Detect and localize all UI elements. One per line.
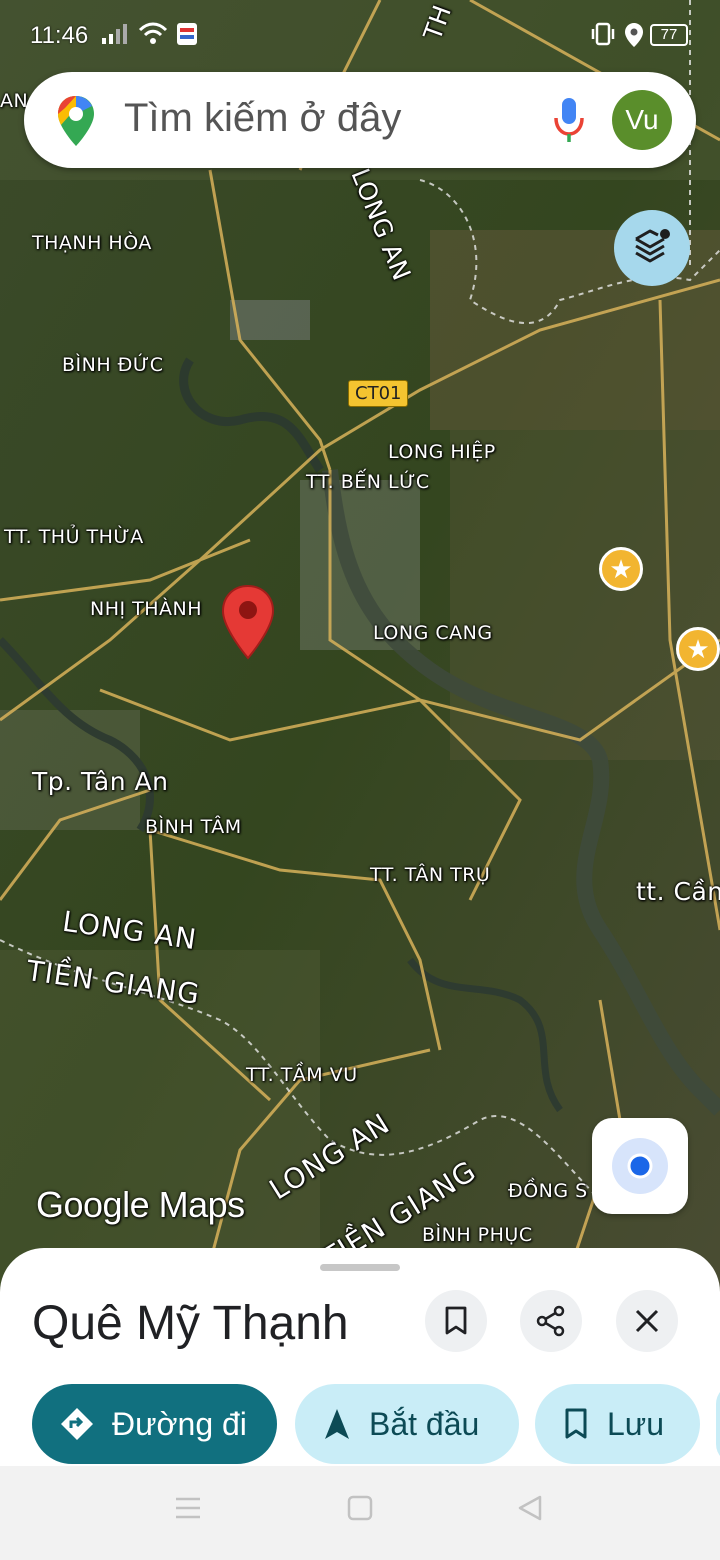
map-label-dong-s: ĐỒNG S [508, 1180, 588, 1202]
close-button[interactable] [616, 1290, 678, 1352]
google-maps-wordmark: Google Maps [36, 1184, 245, 1225]
battery-icon: 77 [650, 24, 688, 46]
layers-icon [635, 229, 670, 263]
road-shield-ct01: CT01 [348, 380, 409, 407]
close-icon [635, 1309, 659, 1333]
map-label-tt-ben-luc: TT. BẾN LỨC [306, 471, 430, 493]
directions-button[interactable]: Đường đi [32, 1384, 277, 1464]
google-maps-logo-icon [58, 96, 94, 146]
system-navigation-bar [0, 1466, 720, 1560]
map-label-tt-tan-tru: TT. TÂN TRỤ [370, 864, 491, 886]
directions-label: Đường đi [112, 1405, 247, 1442]
save-place-button[interactable] [425, 1290, 487, 1352]
map-label-nhi-thanh: NHỊ THÀNH [90, 598, 203, 620]
search-bar[interactable]: Tìm kiếm ở đây Vu [24, 72, 696, 168]
status-bar: 11:46 77 [0, 0, 720, 70]
avatar[interactable]: Vu [612, 90, 672, 150]
start-label: Bắt đầu [369, 1405, 480, 1442]
bookmark-icon [445, 1306, 467, 1335]
drag-handle[interactable] [320, 1264, 400, 1271]
save-label: Lưu [607, 1405, 665, 1442]
map-label-tt-tam-vu: TT. TẦM VU [246, 1064, 358, 1086]
satellite-map[interactable]: CT01 AN THẠNH HÒA BÌNH ĐỨC LONG AN TH LO… [0, 0, 720, 1300]
share-button[interactable] [520, 1290, 582, 1352]
map-label-tp-tan-an: Tp. Tân An [32, 767, 169, 796]
navigation-arrow-icon [325, 1409, 349, 1439]
wifi-icon [138, 22, 168, 44]
search-input[interactable]: Tìm kiếm ở đây [124, 96, 401, 141]
mic-icon[interactable] [552, 96, 586, 144]
home-icon[interactable] [346, 1494, 374, 1522]
location-status-icon [625, 23, 643, 47]
map-label-tt-can: tt. Cần [636, 877, 720, 906]
map-label-binh-tam: BÌNH TÂM [145, 816, 242, 838]
bookmark-icon [565, 1408, 587, 1439]
map-label-thanh-hoa: THẠNH HÒA [32, 232, 152, 254]
back-icon[interactable] [516, 1494, 544, 1522]
layers-button[interactable] [614, 210, 690, 286]
place-bottom-sheet: Quê Mỹ Thạnh Đường đi Bắt đầu Lưu [0, 1248, 720, 1466]
signal-icon [102, 24, 127, 44]
location-pin-icon[interactable] [220, 584, 276, 660]
map-label-tt-thu-thua: TT. THỦ THỪA [4, 526, 144, 548]
map-label-long-hiep: LONG HIỆP [388, 441, 496, 463]
news-app-icon [177, 23, 197, 45]
status-time: 11:46 [30, 22, 89, 49]
save-button[interactable]: Lưu [535, 1384, 700, 1464]
starred-place-icon[interactable]: ★ [676, 627, 720, 671]
my-location-button[interactable] [592, 1118, 688, 1214]
start-navigation-button[interactable]: Bắt đầu [295, 1384, 519, 1464]
my-location-icon [612, 1138, 668, 1194]
vibrate-icon [591, 22, 615, 46]
share-icon [536, 1305, 565, 1337]
map-label-binh-phuc: BÌNH PHỤC [422, 1224, 533, 1246]
menu-icon[interactable] [174, 1494, 202, 1522]
directions-icon [61, 1408, 93, 1440]
map-label-binh-duc: BÌNH ĐỨC [62, 354, 164, 376]
starred-place-icon[interactable]: ★ [599, 547, 643, 591]
place-title: Quê Mỹ Thạnh [32, 1297, 349, 1350]
map-label-edge-an: AN [0, 90, 29, 112]
more-actions-chip[interactable] [716, 1384, 720, 1464]
map-label-long-cang: LONG CANG [373, 622, 493, 644]
